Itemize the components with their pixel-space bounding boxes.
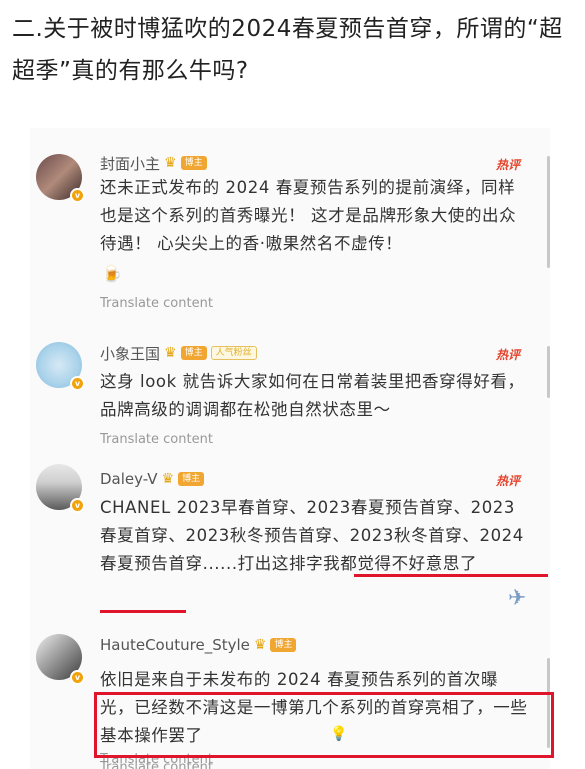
highlight-underline-2 <box>100 610 186 613</box>
scrollbar[interactable] <box>547 346 550 398</box>
hot-comment-label: 热评 <box>495 348 520 362</box>
verified-badge-icon: v <box>70 498 85 513</box>
highlight-box <box>94 692 554 758</box>
crown-icon: ♛ <box>161 471 175 487</box>
comment-list: v 封面小主 ♛ 博主 热评 还未正式发布的 2024 春夏预告系列的提前演绎，… <box>30 128 554 769</box>
comment-header: 封面小主 ♛ 博主 <box>100 152 207 174</box>
blogger-tag: 博主 <box>180 346 207 360</box>
scrollbar[interactable] <box>547 156 550 268</box>
comment-header: Daley-V ♛ 博主 <box>100 468 205 490</box>
beer-emoji-icon: 🍺 <box>102 264 122 283</box>
crown-icon: ♛ <box>164 155 177 171</box>
highlight-underline-1 <box>354 574 548 577</box>
verified-badge-icon: v <box>70 188 85 203</box>
comment-header: HauteCouture_Style ♛ 博主 <box>100 634 297 656</box>
translate-link[interactable]: Translate content <box>100 296 213 311</box>
hot-comment-label: 热评 <box>495 158 520 172</box>
blogger-tag: 博主 <box>180 156 207 170</box>
translate-link[interactable]: Translate content <box>100 760 213 769</box>
username[interactable]: HauteCouture_Style <box>100 636 250 654</box>
blogger-tag: 博主 <box>270 638 297 652</box>
page-headline: 二.关于被时博猛吹的2024春夏预告首穿，所谓的“超超季”真的有那么牛吗? <box>12 16 563 84</box>
comment-text: 这身 look 就告诉大家如何在日常着装里把香穿得好看，品牌高级的调调都在松弛自… <box>100 372 525 419</box>
username[interactable]: 小象王国 <box>100 343 160 364</box>
crown-icon: ♛ <box>253 637 267 653</box>
fan-tag: 人气粉丝 <box>210 346 257 360</box>
translate-link[interactable]: Translate content <box>100 432 213 447</box>
verified-badge-icon: v <box>70 670 85 685</box>
username[interactable]: Daley-V <box>100 470 158 488</box>
verified-badge-icon: v <box>70 376 85 391</box>
hot-comment-label: 热评 <box>495 474 520 488</box>
comment-text: CHANEL 2023早春首穿、2023春夏预告首穿、2023春夏首穿、2023… <box>100 498 524 573</box>
bird-emoji-icon: ✈ <box>508 586 527 611</box>
comment-screenshot: v 封面小主 ♛ 博主 热评 还未正式发布的 2024 春夏预告系列的提前演绎，… <box>22 128 558 769</box>
crown-icon: ♛ <box>164 345 177 361</box>
username[interactable]: 封面小主 <box>100 153 160 174</box>
comment-header: 小象王国 ♛ 博主 人气粉丝 <box>100 342 257 364</box>
blogger-tag: 博主 <box>178 472 205 486</box>
comment-text: 还未正式发布的 2024 春夏预告系列的提前演绎，同样也是这个系列的首秀曝光！ … <box>100 178 517 253</box>
